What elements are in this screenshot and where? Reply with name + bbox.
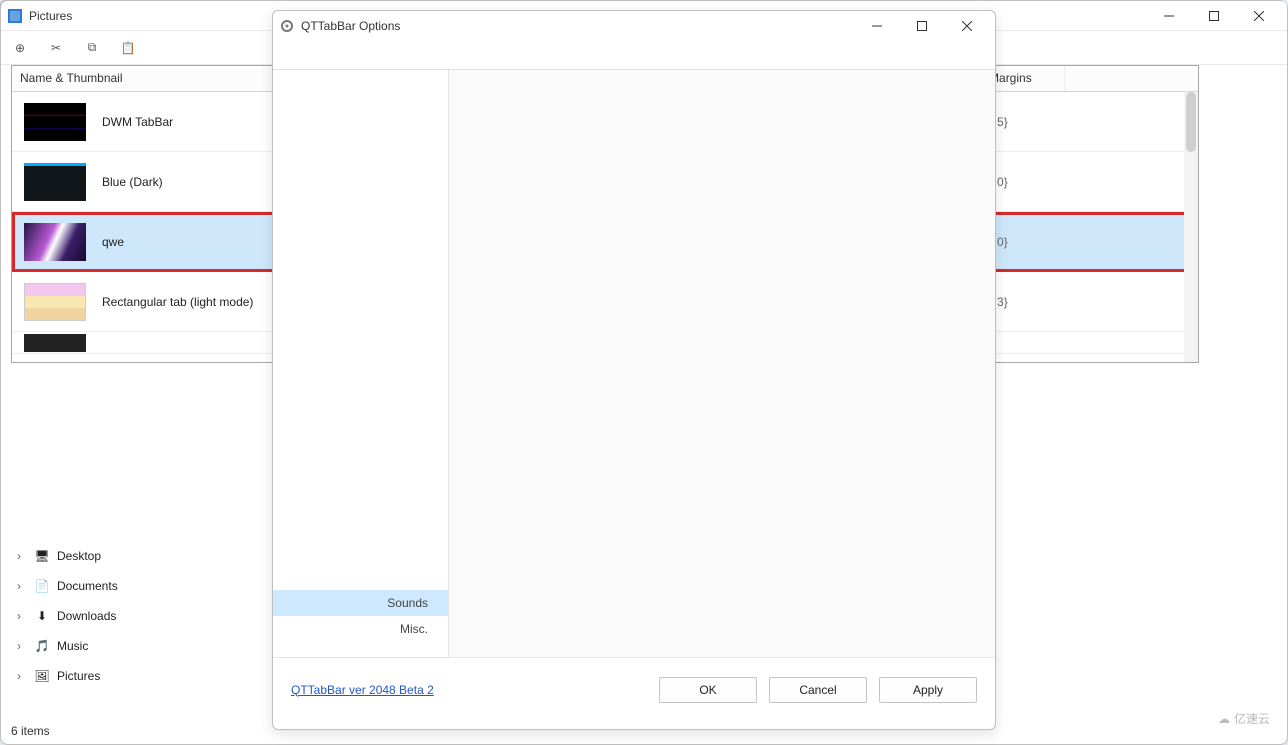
minimize-button[interactable] — [855, 11, 899, 41]
row-name: Rectangular tab (light mode) — [102, 295, 253, 309]
vertical-scrollbar[interactable] — [1184, 92, 1198, 362]
options-footer: QTTabBar ver 2048 Beta 2 OK Cancel Apply — [273, 657, 995, 721]
pic-icon: 🖼 — [33, 667, 51, 685]
sidebar-item-music[interactable]: › 🎵 Music — [5, 631, 187, 661]
options-side-sounds[interactable]: Sounds — [273, 590, 448, 616]
chevron-right-icon: › — [11, 669, 27, 683]
chevron-right-icon: › — [11, 639, 27, 653]
pictures-statusbar: 6 items — [3, 720, 58, 742]
watermark: ☁ 亿速云 — [1218, 710, 1270, 727]
pictures-app-icon — [7, 8, 23, 24]
apply-button[interactable]: Apply — [879, 677, 977, 703]
maximize-button[interactable] — [1192, 1, 1236, 31]
copy-icon[interactable]: ⧉ — [81, 37, 103, 59]
options-main-panel — [449, 70, 995, 657]
thumbnail-image — [24, 103, 86, 141]
music-icon: 🎵 — [33, 637, 51, 655]
options-titlebar[interactable]: QTTabBar Options — [273, 11, 995, 41]
chevron-right-icon: › — [11, 549, 27, 563]
close-button[interactable] — [1237, 1, 1281, 31]
doc-icon: 📄 — [33, 577, 51, 595]
row-name: qwe — [102, 235, 124, 249]
paste-icon[interactable]: 📋 — [117, 37, 139, 59]
col-name[interactable]: Name & Thumbnail — [12, 66, 305, 91]
options-sidebar: Sounds Misc. — [273, 70, 449, 657]
chevron-right-icon: › — [11, 609, 27, 623]
close-button[interactable] — [945, 11, 989, 41]
sidebar-item-downloads[interactable]: › ⬇ Downloads — [5, 601, 187, 631]
thumbnail-image — [24, 163, 86, 201]
sidebar-item-label: Music — [57, 639, 88, 653]
thumbnail-image — [24, 334, 86, 352]
row-name: DWM TabBar — [102, 115, 173, 129]
version-link[interactable]: QTTabBar ver 2048 Beta 2 — [291, 683, 647, 697]
ok-button[interactable]: OK — [659, 677, 757, 703]
cut-icon[interactable]: ✂ — [45, 37, 67, 59]
download-icon: ⬇ — [33, 607, 51, 625]
scrollbar-thumb[interactable] — [1186, 92, 1196, 152]
cancel-button[interactable]: Cancel — [769, 677, 867, 703]
thumbnail-image — [24, 283, 86, 321]
gear-icon — [279, 18, 295, 34]
misc-label: Misc. — [400, 622, 428, 636]
sidebar-item-pictures[interactable]: › 🖼 Pictures — [5, 661, 187, 691]
sidebar-item-desktop[interactable]: › 🖥 Desktop — [5, 541, 187, 571]
sidebar-item-label: Desktop — [57, 549, 101, 563]
chevron-right-icon: › — [11, 579, 27, 593]
new-icon[interactable]: ⊕ — [9, 37, 31, 59]
row-name: Blue (Dark) — [102, 175, 163, 189]
cloud-icon: ☁ — [1218, 712, 1230, 726]
desktop-icon: 🖥 — [33, 547, 51, 565]
sidebar-item-label: Pictures — [57, 669, 100, 683]
options-side-misc[interactable]: Misc. — [273, 616, 448, 642]
sidebar-item-documents[interactable]: › 📄 Documents — [5, 571, 187, 601]
thumbnail-image — [24, 223, 86, 261]
options-window: QTTabBar Options Sounds Misc. QTTabBar v… — [272, 10, 996, 730]
sidebar-item-label: Documents — [57, 579, 118, 593]
options-title: QTTabBar Options — [301, 19, 855, 33]
minimize-button[interactable] — [1147, 1, 1191, 31]
sounds-label: Sounds — [387, 596, 428, 610]
sidebar-item-label: Downloads — [57, 609, 116, 623]
maximize-button[interactable] — [900, 11, 944, 41]
